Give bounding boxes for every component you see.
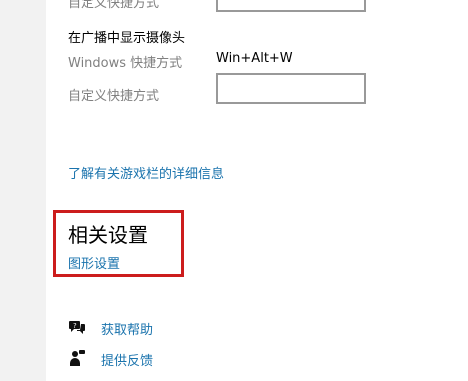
windows-shortcut-label: Windows 快捷方式: [68, 56, 183, 71]
custom-shortcut-label-top: 自定义快捷方式: [68, 0, 160, 11]
get-help-link[interactable]: 获取帮助: [101, 319, 153, 338]
show-camera-in-broadcast-heading: 在广播中显示摄像头: [68, 31, 186, 46]
custom-shortcut-label: 自定义快捷方式: [68, 89, 160, 104]
related-settings-title: 相关设置: [68, 223, 148, 247]
learn-more-game-bar-link[interactable]: 了解有关游戏栏的详细信息: [68, 163, 224, 182]
graphics-settings-link[interactable]: 图形设置: [68, 253, 120, 272]
feedback-person-icon: [68, 349, 86, 367]
left-nav-strip: [0, 0, 46, 381]
windows-shortcut-value: Win+Alt+W: [216, 51, 293, 66]
svg-text:?: ?: [73, 322, 77, 330]
give-feedback-link[interactable]: 提供反馈: [101, 350, 153, 369]
help-chat-icon: ?: [68, 318, 86, 336]
custom-shortcut-input[interactable]: [216, 73, 366, 104]
custom-shortcut-input-top[interactable]: [216, 0, 366, 12]
